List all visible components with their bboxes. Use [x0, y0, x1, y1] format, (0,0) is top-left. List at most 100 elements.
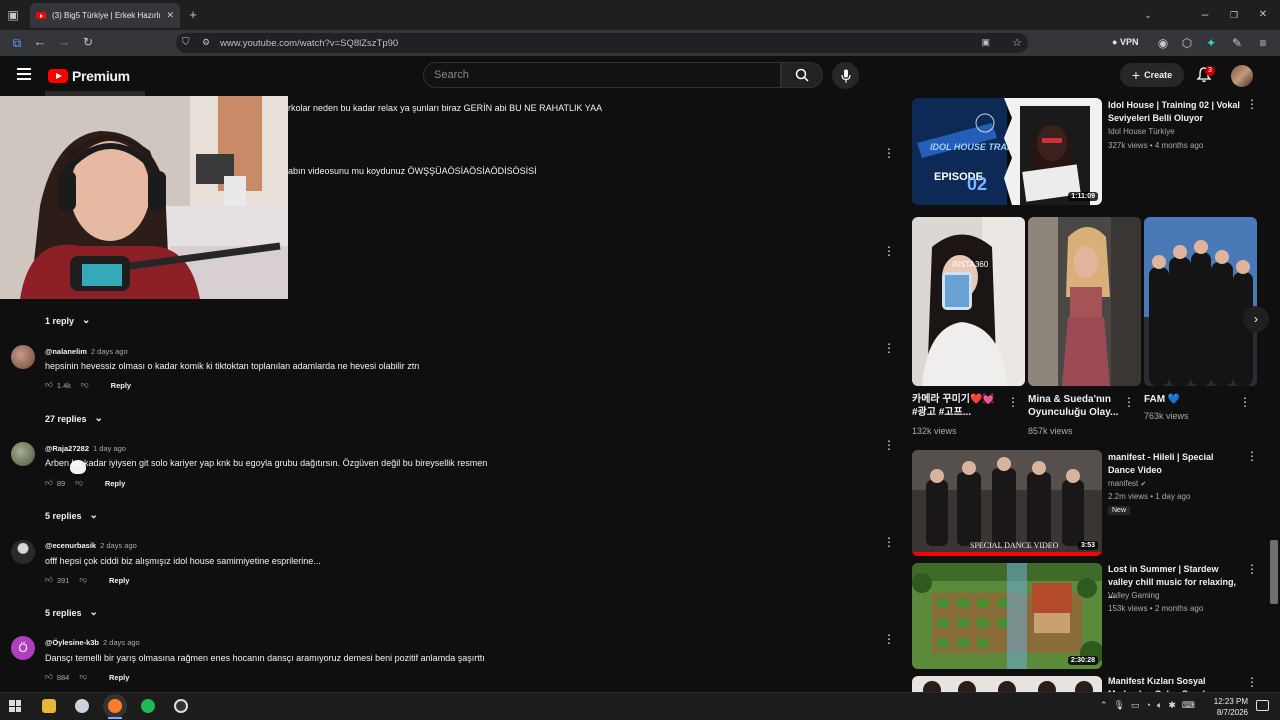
site-settings-icon[interactable]: ⚙ [202, 37, 210, 48]
language-icon[interactable]: ⌨ [1182, 700, 1195, 711]
account-avatar[interactable] [1231, 65, 1253, 87]
like-icon[interactable]: 👍︎ [45, 478, 53, 488]
dislike-icon[interactable]: 👎︎ [75, 478, 83, 488]
short-thumbnail-1[interactable]: INSTA360 [912, 217, 1025, 386]
pen-icon[interactable]: ✎ [1230, 37, 1244, 49]
tab-close-icon[interactable]: ✕ [166, 10, 174, 21]
comment-more-icon[interactable]: ⋮ [883, 633, 895, 645]
tab-search-icon[interactable]: ⌄ [1141, 9, 1155, 21]
short-title-1[interactable]: 카메라 꾸미기❤️💓 #광고 #고프... [912, 393, 1002, 419]
menu-icon[interactable]: ≡ [1256, 37, 1270, 49]
video-more-icon[interactable]: ⋮ [1246, 98, 1258, 110]
comment-author[interactable]: @nalanelim 2 days ago [45, 347, 128, 356]
bluetooth-icon[interactable]: ✱ [1168, 700, 1176, 711]
comment-avatar[interactable] [11, 540, 35, 564]
video-channel[interactable]: Idol House Türkiye [1108, 126, 1175, 138]
video-title[interactable]: manifest - Hileli | Special Dance Video [1108, 451, 1243, 477]
like-icon[interactable]: 👍︎ [45, 575, 53, 585]
reply-button[interactable]: Reply [109, 576, 129, 585]
video-channel[interactable]: Valley Gaming [1108, 590, 1159, 602]
video-thumbnail[interactable] [912, 676, 1102, 692]
reload-icon[interactable]: ↻ [81, 36, 95, 48]
short-more-icon[interactable]: ⋮ [1239, 396, 1251, 408]
comment-avatar[interactable] [11, 442, 35, 466]
close-window-icon[interactable]: ✕ [1256, 9, 1270, 21]
comment-more-icon[interactable]: ⋮ [883, 439, 895, 451]
comment-more-icon[interactable]: ⋮ [883, 147, 895, 159]
tab-actions-icon[interactable]: ▣ [6, 9, 20, 21]
shorts-next-button[interactable]: › [1243, 306, 1269, 332]
bookmark-icon[interactable]: ☆ [1012, 36, 1022, 49]
video-channel[interactable]: manifest ✔ [1108, 478, 1146, 491]
voice-search-button[interactable] [832, 62, 859, 89]
like-icon[interactable]: 👍︎ [45, 380, 53, 390]
video-title[interactable]: Manifest Kızları Sosyal Medyadan Gelen S… [1108, 675, 1238, 692]
mic-tray-icon[interactable]: 🎙︎ [1114, 700, 1125, 711]
video-thumbnail[interactable]: IDOL HOUSE TRAINING EPISODE 02 1:11:09 [912, 98, 1102, 205]
dislike-icon[interactable]: 👎︎ [79, 672, 87, 682]
obs-icon[interactable] [174, 699, 188, 713]
comment-more-icon[interactable]: ⋮ [883, 342, 895, 354]
short-more-icon[interactable]: ⋮ [1123, 396, 1135, 408]
short-title-3[interactable]: FAM 💙 [1144, 393, 1234, 406]
comment-more-icon[interactable]: ⋮ [883, 536, 895, 548]
short-thumbnail-3[interactable] [1144, 217, 1257, 386]
replies-toggle[interactable]: 5 replies ⌄ [45, 607, 98, 618]
comment-author[interactable]: @Raja27282 1 day ago [45, 444, 126, 453]
screenshot-icon[interactable]: ▣ [981, 37, 990, 48]
comment-avatar[interactable]: Ö [11, 636, 35, 660]
verified-icon: ✔ [1140, 481, 1147, 488]
comment-author[interactable]: @Öylesine-k3b 2 days ago [45, 638, 140, 647]
replies-toggle[interactable]: 5 replies ⌄ [45, 510, 98, 521]
like-icon[interactable]: 👍︎ [45, 672, 53, 682]
restore-icon[interactable]: ❐ [1227, 9, 1241, 21]
create-button[interactable]: + Create [1120, 63, 1184, 87]
replies-toggle[interactable]: 27 replies ⌄ [45, 413, 103, 424]
notifications-center-icon[interactable] [1256, 700, 1269, 711]
hamburger-menu-icon[interactable] [17, 68, 31, 80]
wifi-icon[interactable]: ◔ [1146, 700, 1151, 711]
comment-more-icon[interactable]: ⋮ [883, 245, 895, 257]
video-more-icon[interactable]: ⋮ [1246, 450, 1258, 462]
reply-button[interactable]: Reply [105, 479, 125, 488]
dislike-icon[interactable]: 👎︎ [81, 380, 89, 390]
network-icon[interactable]: ▭ [1131, 700, 1140, 711]
file-explorer-icon[interactable] [42, 699, 56, 713]
extensions-icon[interactable]: ⬡ [1180, 37, 1194, 49]
start-button-icon[interactable] [9, 700, 21, 712]
comment-author[interactable]: @ecenurbasik 2 days ago [45, 541, 137, 550]
video-title[interactable]: Idol House | Training 02 | Vokal Seviyel… [1108, 99, 1243, 125]
video-more-icon[interactable]: ⋮ [1246, 563, 1258, 575]
search-input[interactable]: Search [423, 62, 781, 88]
active-tab[interactable]: (3) Big5 Türkiye | Erkek Hazırlık ✕ [30, 3, 180, 28]
sidebar-toggle-icon[interactable]: ⧉ [10, 37, 24, 49]
minimize-icon[interactable]: – [1198, 8, 1212, 20]
video-thumbnail[interactable]: 2:30:28 [912, 563, 1102, 669]
url-field[interactable]: ⛉ ⚙ www.youtube.com/watch?v=SQ8lZszTp90 … [176, 33, 1028, 53]
extension-icon[interactable]: ✦ [1204, 37, 1218, 49]
comment-avatar[interactable] [11, 345, 35, 369]
vpn-badge[interactable]: ● VPN [1112, 37, 1138, 47]
dislike-icon[interactable]: 👎︎ [79, 575, 87, 585]
taskbar-clock[interactable]: 12:23 PM 8/7/2026 [1200, 696, 1248, 718]
video-thumbnail[interactable]: SPECIAL DANCE VIDEO 3:53 [912, 450, 1102, 556]
short-more-icon[interactable]: ⋮ [1007, 396, 1019, 408]
short-title-2[interactable]: Mina & Sueda'nın Oyunculuğu Olay... [1028, 393, 1120, 419]
replies-toggle[interactable]: 1 reply ⌄ [45, 315, 90, 326]
reply-button[interactable]: Reply [111, 381, 131, 390]
back-icon[interactable]: ← [33, 35, 47, 48]
new-tab-icon[interactable]: + [186, 8, 200, 21]
volume-icon[interactable]: 🔈︎ [1157, 700, 1162, 711]
profile-icon[interactable]: ◉ [1156, 37, 1170, 49]
forward-icon[interactable]: → [57, 35, 71, 48]
browser-icon[interactable] [108, 699, 122, 713]
reply-button[interactable]: Reply [109, 673, 129, 682]
youtube-logo[interactable]: Premium [48, 68, 130, 84]
app-icon[interactable] [75, 699, 89, 713]
short-thumbnail-2[interactable] [1028, 217, 1141, 386]
spotify-icon[interactable] [141, 699, 155, 713]
tray-chevron-icon[interactable]: ⌃ [1100, 700, 1108, 711]
video-more-icon[interactable]: ⋮ [1246, 676, 1258, 688]
page-scrollbar-thumb[interactable] [1270, 540, 1278, 604]
search-button[interactable] [781, 62, 823, 88]
